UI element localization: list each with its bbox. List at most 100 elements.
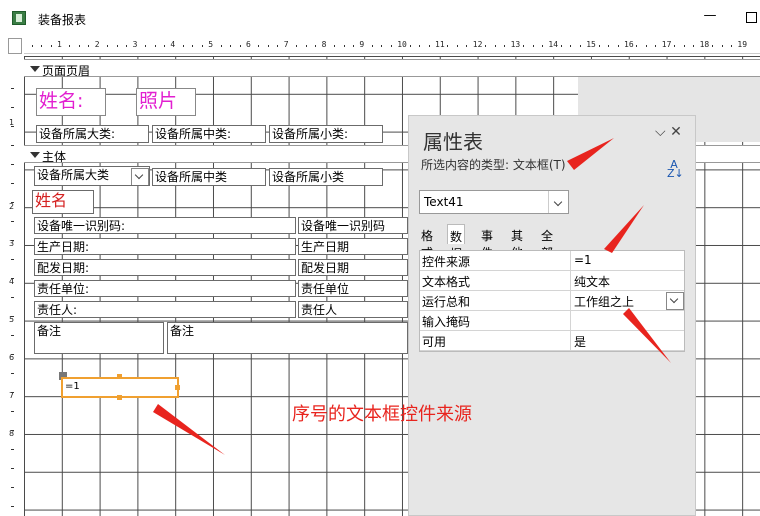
property-value[interactable]: 纯文本 — [574, 273, 610, 290]
ruler-tick — [192, 45, 194, 47]
ruler-tick — [523, 45, 525, 47]
tab-other[interactable]: 其他 — [509, 224, 525, 260]
vruler-tick — [11, 278, 14, 279]
ruler-number: 9 — [359, 40, 365, 49]
row-label-unit[interactable]: 责任单位: — [34, 280, 296, 297]
chevron-down-icon[interactable] — [666, 292, 684, 310]
property-value[interactable]: =1 — [574, 253, 592, 267]
category-mid-label[interactable]: 设备所属中类: — [152, 125, 266, 143]
row-label-produce-date[interactable]: 生产日期: — [34, 238, 296, 255]
ruler-number: 2 — [94, 40, 100, 49]
resize-handle-top[interactable] — [117, 374, 122, 379]
chevron-down-icon[interactable] — [548, 191, 568, 213]
row-field-unit[interactable]: 责任单位 — [298, 280, 408, 297]
form-selector-box[interactable] — [8, 38, 22, 54]
category-big-combo-text: 设备所属大类 — [37, 168, 110, 182]
property-row-enabled[interactable]: 可用 是 — [420, 331, 684, 351]
resize-handle-bottom[interactable] — [117, 395, 122, 400]
remark-label[interactable]: 备注 — [34, 322, 164, 354]
category-small-label[interactable]: 设备所属小类: — [269, 125, 383, 143]
resize-handle-right[interactable] — [175, 385, 180, 390]
row-field-person[interactable]: 责任人 — [298, 301, 408, 318]
category-big-combo[interactable]: 设备所属大类 — [34, 166, 150, 186]
ruler-tick — [617, 45, 619, 47]
minimize-button[interactable]: — — [700, 8, 720, 26]
vruler-tick — [11, 88, 14, 89]
property-name: 控件来源 — [422, 255, 471, 269]
row-field-issue-date[interactable]: 配发日期 — [298, 259, 408, 276]
ruler-tick — [390, 45, 392, 47]
ruler-tick — [409, 45, 411, 47]
row-field-produce-date[interactable]: 生产日期 — [298, 238, 408, 255]
ruler-tick — [126, 45, 128, 47]
vruler-tick — [11, 392, 14, 393]
ruler-tick — [428, 45, 430, 47]
vruler-tick — [11, 316, 14, 317]
ruler-tick — [305, 45, 307, 47]
ruler-tick — [693, 45, 695, 47]
category-small-field[interactable]: 设备所属小类 — [269, 168, 383, 186]
row-label-issue-date[interactable]: 配发日期: — [34, 259, 296, 276]
ruler-tick — [145, 45, 147, 47]
horizontal-ruler: 1 2 3 4 5 6 7 8 9 10 11 12 13 14 15 16 17 18 19 — [24, 38, 760, 54]
vruler-tick — [11, 449, 14, 450]
ruler-tick — [645, 45, 647, 47]
property-row-control-source[interactable]: 控件来源 =1 — [420, 251, 684, 271]
ruler-tick — [277, 45, 279, 47]
vruler-tick — [11, 430, 14, 431]
sort-icon[interactable]: A Z↓ — [667, 159, 684, 179]
chevron-down-icon[interactable] — [131, 168, 149, 185]
row-label-person[interactable]: 责任人: — [34, 301, 296, 318]
ruler-tick — [447, 45, 449, 47]
property-row-running-sum[interactable]: 运行总和 工作组之上 — [420, 291, 684, 311]
ruler-tick — [343, 45, 345, 47]
name-field[interactable]: 姓名 — [32, 190, 94, 214]
row-field-id[interactable]: 设备唯一识别码 — [298, 217, 408, 234]
ruler-tick — [381, 45, 383, 47]
ruler-tick — [315, 45, 317, 47]
ruler-tick — [239, 45, 241, 47]
panel-controls: ⌵ ✕ — [655, 124, 682, 140]
ruler-tick — [296, 45, 298, 47]
vruler-tick — [11, 164, 14, 165]
remark-field[interactable]: 备注 — [167, 322, 408, 354]
maximize-button[interactable] — [740, 8, 760, 26]
tab-format[interactable]: 格式 — [419, 224, 435, 260]
ruler-tick — [674, 45, 676, 47]
vruler-tick — [11, 145, 14, 146]
photo-header-label[interactable]: 照片 — [136, 88, 196, 116]
vruler-tick — [11, 373, 14, 374]
ruler-tick — [636, 45, 638, 47]
vruler-tick — [11, 335, 14, 336]
tab-data[interactable]: 数据 — [447, 224, 466, 261]
ruler-number: 19 — [737, 40, 748, 49]
property-sheet-title: 属性表 — [423, 130, 483, 154]
close-icon[interactable]: ✕ — [670, 124, 682, 140]
vruler-tick — [11, 468, 14, 469]
vruler-tick — [11, 259, 14, 260]
ruler-tick — [201, 45, 203, 47]
row-label-id[interactable]: 设备唯一识别码: — [34, 217, 296, 234]
ruler-tick — [352, 45, 354, 47]
ruler-tick — [267, 45, 269, 47]
category-big-label[interactable]: 设备所属大类: — [36, 125, 149, 143]
property-row-text-format[interactable]: 文本格式 纯文本 — [420, 271, 684, 291]
section-collapse-icon — [30, 66, 40, 72]
vruler-tick — [11, 221, 14, 222]
tab-event[interactable]: 事件 — [479, 224, 495, 260]
vruler-number: 2 — [9, 202, 15, 211]
ruler-tick — [69, 45, 71, 47]
ruler-tick — [570, 45, 572, 47]
property-value[interactable]: 工作组之上 — [574, 293, 634, 310]
control-selector-combo[interactable]: Text41 — [419, 190, 569, 214]
property-value[interactable]: 是 — [574, 333, 586, 350]
name-header-label[interactable]: 姓名: — [36, 88, 106, 116]
chevron-down-icon[interactable]: ⌵ — [655, 124, 666, 140]
ruler-tick — [466, 45, 468, 47]
section-page-header[interactable]: 页面页眉 — [24, 59, 760, 78]
vruler-tick — [11, 107, 14, 108]
ruler-number: 12 — [472, 40, 483, 49]
category-mid-field[interactable]: 设备所属中类 — [152, 168, 266, 186]
property-row-input-mask[interactable]: 输入掩码 — [420, 311, 684, 331]
tab-all[interactable]: 全部 — [539, 224, 555, 260]
